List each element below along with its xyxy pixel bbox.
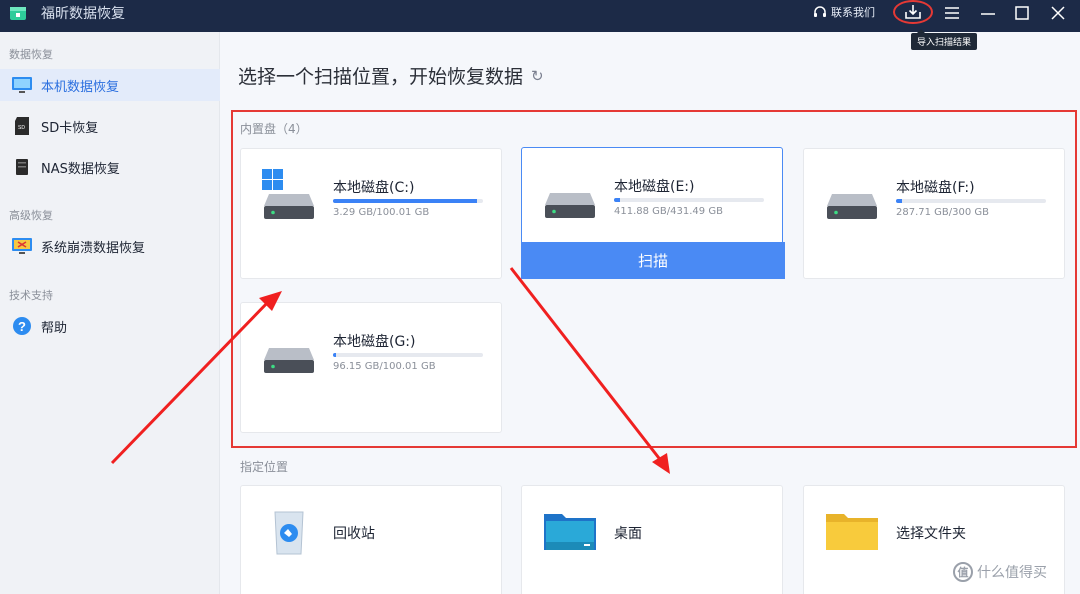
headset-icon: [814, 6, 826, 17]
sidebar-item-label: 本机数据恢复: [41, 79, 120, 95]
drive-usage-bar: [614, 198, 764, 202]
drive-size: 96.15 GB/100.01 GB: [333, 361, 436, 372]
hard-drive-icon: [264, 348, 314, 373]
sidebar-item-label: 帮助: [41, 320, 68, 336]
desktop-folder-icon: [544, 514, 596, 550]
drive-size: 411.88 GB/431.49 GB: [614, 206, 723, 217]
drive-usage-bar: [896, 199, 1046, 203]
internal-drives-label: 内置盘（4）: [240, 122, 308, 136]
maximize-button[interactable]: [1009, 2, 1035, 24]
contact-us-label: 联系我们: [831, 6, 875, 19]
drive-name: 本地磁盘(F:): [896, 180, 975, 196]
import-tooltip: 导入扫描结果: [911, 29, 978, 50]
system-crash-icon: [11, 235, 33, 257]
location-card-desktop[interactable]: 桌面: [521, 485, 783, 594]
help-icon: ?: [11, 315, 33, 337]
app-logo-icon: [10, 7, 26, 20]
location-name: 桌面: [614, 526, 642, 542]
location-card-recycle-bin[interactable]: 回收站: [240, 485, 502, 594]
svg-text:?: ?: [18, 319, 26, 334]
sidebar-item-system-crash[interactable]: 系统崩溃数据恢复: [0, 230, 220, 262]
drive-usage-fill: [896, 199, 902, 203]
main-panel: 选择一个扫描位置，开始恢复数据 ↻ 内置盘（4） 本地磁盘(C:) 3.29 G…: [220, 32, 1080, 594]
drive-size: 287.71 GB/300 GB: [896, 207, 990, 218]
drive-name: 本地磁盘(E:): [614, 179, 695, 195]
section-label-data-recovery: 数据恢复: [9, 48, 53, 61]
watermark-text: 什么值得买: [977, 565, 1047, 581]
minimize-icon: [981, 13, 995, 15]
close-button[interactable]: [1045, 2, 1071, 24]
hard-drive-icon: [827, 194, 877, 219]
watermark: 值 什么值得买: [953, 562, 1047, 582]
sidebar-item-label: NAS数据恢复: [41, 161, 120, 177]
drive-usage-fill: [614, 198, 620, 202]
watermark-logo-icon: 值: [953, 562, 973, 582]
title-bar: 福昕数据恢复 联系我们: [0, 0, 1080, 32]
page-title: 选择一个扫描位置，开始恢复数据 ↻: [238, 62, 544, 89]
svg-text:SD: SD: [18, 125, 25, 131]
refresh-icon[interactable]: ↻: [531, 67, 544, 85]
close-icon: [1051, 6, 1065, 20]
nas-icon: [11, 156, 33, 178]
windows-logo-icon: [262, 169, 283, 190]
sidebar-item-label: SD卡恢复: [41, 120, 99, 136]
specified-location-label: 指定位置: [240, 460, 289, 474]
drive-usage-fill: [333, 199, 477, 203]
sd-card-icon: SD: [11, 115, 33, 137]
contact-us-button[interactable]: 联系我们: [812, 4, 875, 20]
sidebar: 数据恢复 本机数据恢复 SD SD卡恢复 NAS数据恢复 高级恢复 系统崩溃数据…: [0, 32, 220, 594]
monitor-icon: [11, 74, 33, 96]
drive-usage-fill: [333, 353, 336, 357]
section-label-support: 技术支持: [9, 289, 53, 302]
minimize-button[interactable]: [975, 2, 1001, 24]
hard-drive-icon: [545, 193, 595, 218]
menu-button[interactable]: [939, 2, 965, 24]
hard-drive-icon: [264, 194, 314, 219]
location-name: 选择文件夹: [896, 526, 966, 542]
recycle-bin-icon: [274, 511, 304, 555]
sidebar-item-nas[interactable]: NAS数据恢复: [0, 151, 220, 183]
section-label-advanced: 高级恢复: [9, 209, 53, 222]
sidebar-item-sd-card[interactable]: SD SD卡恢复: [0, 110, 220, 142]
scan-button[interactable]: 扫描: [521, 242, 785, 279]
drive-usage-bar: [333, 199, 483, 203]
drive-usage-bar: [333, 353, 483, 357]
drive-name: 本地磁盘(C:): [333, 180, 415, 196]
drive-card-e[interactable]: 本地磁盘(E:) 411.88 GB/431.49 GB 扫描: [521, 147, 785, 279]
sidebar-item-label: 系统崩溃数据恢复: [41, 240, 146, 256]
import-scan-result-button[interactable]: [893, 0, 933, 24]
drive-size: 3.29 GB/100.01 GB: [333, 207, 430, 218]
sidebar-item-local-recovery[interactable]: 本机数据恢复: [0, 69, 220, 101]
app-title: 福昕数据恢复: [41, 6, 125, 22]
location-name: 回收站: [333, 526, 375, 542]
drive-card-f[interactable]: 本地磁盘(F:) 287.71 GB/300 GB: [803, 148, 1065, 279]
drive-card-c[interactable]: 本地磁盘(C:) 3.29 GB/100.01 GB: [240, 148, 502, 279]
drive-card-g[interactable]: 本地磁盘(G:) 96.15 GB/100.01 GB: [240, 302, 502, 433]
folder-icon: [826, 514, 878, 550]
import-icon: [905, 5, 921, 19]
maximize-icon: [1015, 6, 1029, 20]
drive-name: 本地磁盘(G:): [333, 334, 416, 350]
hamburger-menu-icon: [945, 7, 959, 19]
page-title-text: 选择一个扫描位置，开始恢复数据: [238, 66, 524, 88]
sidebar-item-help[interactable]: ? 帮助: [0, 310, 220, 342]
